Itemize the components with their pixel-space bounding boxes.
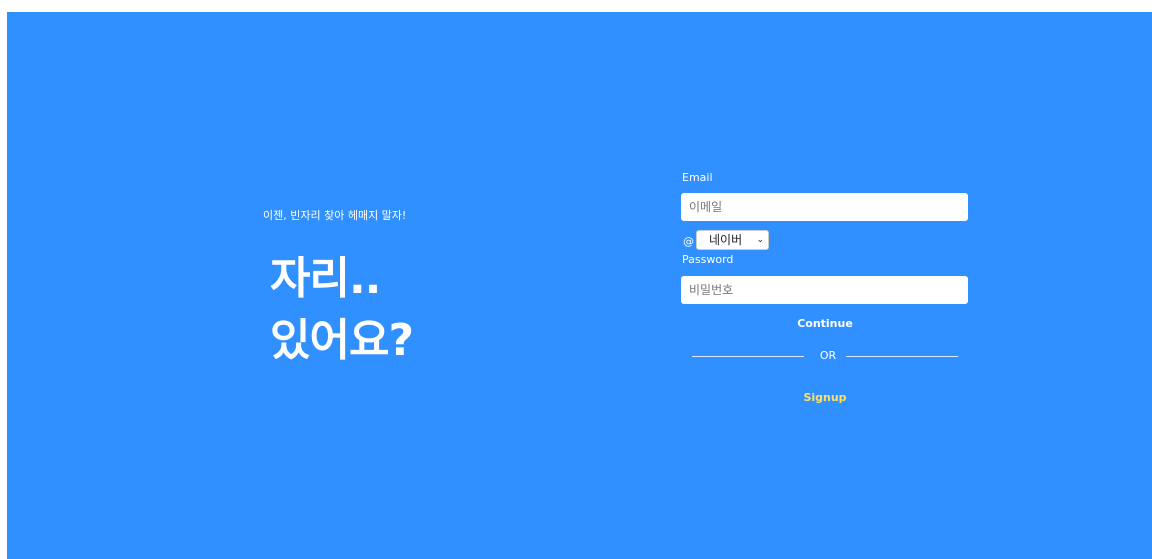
email-field[interactable] — [681, 193, 968, 221]
email-domain-value: 네이버 — [709, 233, 743, 247]
email-domain-select[interactable]: 네이버 ⌄ — [696, 230, 769, 250]
page-frame: 이젠, 빈자리 찾아 헤매지 말자! 자리.. 있어요? Email @ 네이버… — [0, 0, 1152, 559]
tagline: 이젠, 빈자리 찾아 헤매지 말자! — [263, 209, 407, 222]
password-field[interactable] — [681, 276, 968, 304]
chevron-down-icon: ⌄ — [756, 235, 764, 245]
login-panel — [7, 12, 1152, 559]
or-separator: OR — [819, 349, 837, 362]
email-label: Email — [682, 171, 713, 184]
divider-right — [846, 356, 958, 357]
continue-button[interactable]: Continue — [780, 317, 870, 330]
headline: 자리.. 있어요? — [270, 248, 414, 372]
password-label: Password — [682, 253, 734, 266]
at-symbol: @ — [683, 235, 694, 248]
headline-line-2: 있어요? — [270, 315, 414, 366]
headline-line-1: 자리.. — [270, 253, 381, 304]
divider-left — [692, 356, 804, 357]
signup-link[interactable]: Signup — [780, 391, 870, 404]
